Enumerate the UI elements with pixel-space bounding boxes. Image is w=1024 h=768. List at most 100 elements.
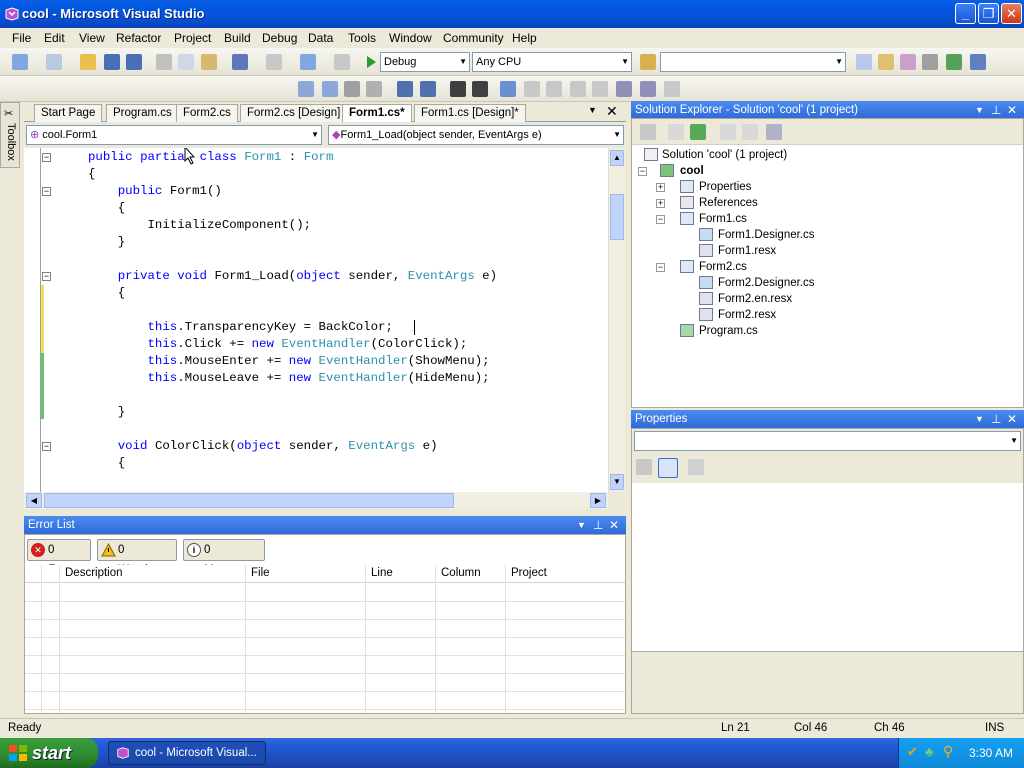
auto-hide-pin-icon[interactable]: ⊥ (593, 516, 603, 534)
horizontal-scroll-thumb[interactable] (44, 493, 454, 508)
object-browser-icon[interactable] (946, 54, 962, 70)
toggle-bookmark-icon[interactable] (500, 81, 516, 97)
window-position-chevron-icon[interactable]: ▼ (975, 410, 984, 428)
menu-view[interactable]: View (79, 31, 105, 45)
minimize-button[interactable]: _ (955, 3, 976, 24)
tab-start-page[interactable]: Start Page (34, 104, 103, 122)
complete-word-icon[interactable] (366, 81, 382, 97)
find-in-files-icon[interactable] (640, 54, 656, 70)
close-document-icon[interactable]: ✕ (606, 103, 618, 120)
display-quick-info-icon[interactable] (344, 81, 360, 97)
previous-bookmark-in-document-icon[interactable] (616, 81, 632, 97)
collapse-colorclick-icon[interactable]: − (42, 442, 51, 451)
code-line[interactable]: this.TransparencyKey = BackColor; (88, 319, 393, 336)
tree-item-solution[interactable]: Solution 'cool' (1 project) (662, 147, 787, 163)
save-icon[interactable] (104, 54, 120, 70)
close-panel-icon[interactable]: ✕ (1007, 410, 1017, 428)
code-line[interactable]: public Form1() (88, 183, 222, 200)
menu-edit[interactable]: Edit (44, 31, 65, 45)
clear-bookmarks-icon[interactable] (664, 81, 680, 97)
alphabetical-icon[interactable] (658, 458, 678, 478)
code-line[interactable]: } (88, 404, 125, 421)
expand-references-icon[interactable]: + (656, 199, 665, 208)
tree-item-form1-resx[interactable]: Form1.resx (718, 243, 776, 259)
uncomment-lines-icon[interactable] (472, 81, 488, 97)
error-grid[interactable]: Description File Line Column Project (25, 565, 625, 728)
tree-item-form1-cs[interactable]: Form1.cs (699, 211, 747, 227)
vertical-scroll-thumb[interactable] (610, 194, 624, 240)
code-line[interactable]: { (88, 285, 125, 302)
members-dropdown[interactable]: ◆Form1_Load(object sender, EventArgs e) ▼ (328, 125, 624, 145)
code-line[interactable]: public partial class Form1 : Form (88, 149, 333, 166)
clock[interactable]: 3:30 AM (969, 746, 1013, 760)
undo-icon[interactable] (232, 54, 248, 70)
object-selector-dropdown[interactable]: ▼ (634, 431, 1021, 451)
menu-refactor[interactable]: Refactor (116, 31, 161, 45)
previous-bookmark-icon[interactable] (524, 81, 540, 97)
code-editor[interactable]: − − − − public partial class Form1 : For… (24, 148, 608, 492)
view-code-icon[interactable] (720, 124, 736, 140)
expand-properties-icon[interactable]: + (656, 183, 665, 192)
menu-file[interactable]: File (12, 31, 31, 45)
scroll-left-arrow-icon[interactable]: ◀ (26, 493, 42, 508)
view-designer-icon[interactable] (742, 124, 758, 140)
collapse-form1-icon[interactable]: − (656, 215, 665, 224)
next-bookmark-icon[interactable] (546, 81, 562, 97)
previous-bookmark-in-folder-icon[interactable] (570, 81, 586, 97)
code-line[interactable]: void ColorClick(object sender, EventArgs… (88, 438, 438, 455)
taskbar-item-visual-studio[interactable]: cool - Microsoft Visual... (108, 741, 266, 765)
increase-indent-icon[interactable] (420, 81, 436, 97)
collapse-form1-load-icon[interactable]: − (42, 272, 51, 281)
menu-help[interactable]: Help (512, 31, 537, 45)
collapse-constructor-icon[interactable]: − (42, 187, 51, 196)
menu-project[interactable]: Project (174, 31, 211, 45)
tree-item-form2-resx[interactable]: Form2.resx (718, 307, 776, 323)
scroll-up-arrow-icon[interactable]: ▲ (610, 150, 624, 166)
open-file-icon[interactable] (80, 54, 96, 70)
solution-explorer-header[interactable]: Solution Explorer - Solution 'cool' (1 p… (631, 101, 1024, 119)
menu-tools[interactable]: Tools (348, 31, 376, 45)
menu-window[interactable]: Window (389, 31, 432, 45)
solution-configuration-combo[interactable]: Debug ▼ (380, 52, 470, 72)
code-line[interactable]: InitializeComponent(); (88, 217, 311, 234)
messages-filter-button[interactable]: i 0 Messages (183, 539, 265, 576)
tray-search-icon[interactable]: ⚲ (943, 743, 953, 760)
save-all-icon[interactable] (126, 54, 142, 70)
code-line[interactable]: { (88, 455, 125, 472)
properties-window-icon[interactable] (900, 54, 916, 70)
copy-icon[interactable] (178, 54, 194, 70)
title-bar[interactable]: cool - Microsoft Visual Studio _ ❐ ✕ (0, 0, 1024, 28)
code-line[interactable]: { (88, 200, 125, 217)
navigate-backward-icon[interactable] (300, 54, 316, 70)
menu-build[interactable]: Build (224, 31, 251, 45)
scroll-right-arrow-icon[interactable]: ▶ (590, 493, 606, 508)
toolbox-tab[interactable]: ✂ Toolbox (0, 102, 20, 168)
tab-form1-cs[interactable]: Form1.cs* (342, 104, 412, 122)
properties-header[interactable]: Properties ▼ ⊥ ✕ (631, 410, 1024, 428)
code-line[interactable]: this.MouseEnter += new EventHandler(Show… (88, 353, 490, 370)
close-panel-icon[interactable]: ✕ (609, 516, 619, 534)
tab-form1-design[interactable]: Form1.cs [Design]* (414, 104, 526, 122)
menu-debug[interactable]: Debug (262, 31, 297, 45)
column-column[interactable]: Column (441, 567, 481, 579)
tree-item-form1-designer[interactable]: Form1.Designer.cs (718, 227, 815, 243)
code-line[interactable]: { (88, 166, 95, 183)
code-line[interactable]: } (88, 234, 125, 251)
categorized-icon[interactable] (636, 459, 652, 475)
window-position-chevron-icon[interactable]: ▼ (975, 101, 984, 119)
display-parameter-info-icon[interactable] (322, 81, 338, 97)
paste-icon[interactable] (201, 54, 217, 70)
solution-platform-combo[interactable]: Any CPU ▼ (472, 52, 632, 72)
tab-list-chevron-icon[interactable]: ▼ (588, 105, 597, 115)
code-line[interactable]: this.Click += new EventHandler(ColorClic… (88, 336, 468, 353)
refresh-icon[interactable] (690, 124, 706, 140)
next-bookmark-in-document-icon[interactable] (640, 81, 656, 97)
toolbox-icon[interactable] (922, 54, 938, 70)
decrease-indent-icon[interactable] (397, 81, 413, 97)
tree-item-properties[interactable]: Properties (699, 179, 751, 195)
display-object-member-list-icon[interactable] (298, 81, 314, 97)
auto-hide-pin-icon[interactable]: ⊥ (991, 410, 1001, 428)
code-line[interactable]: private void Form1_Load(object sender, E… (88, 268, 497, 285)
redo-icon[interactable] (266, 54, 282, 70)
tree-item-references[interactable]: References (699, 195, 758, 211)
